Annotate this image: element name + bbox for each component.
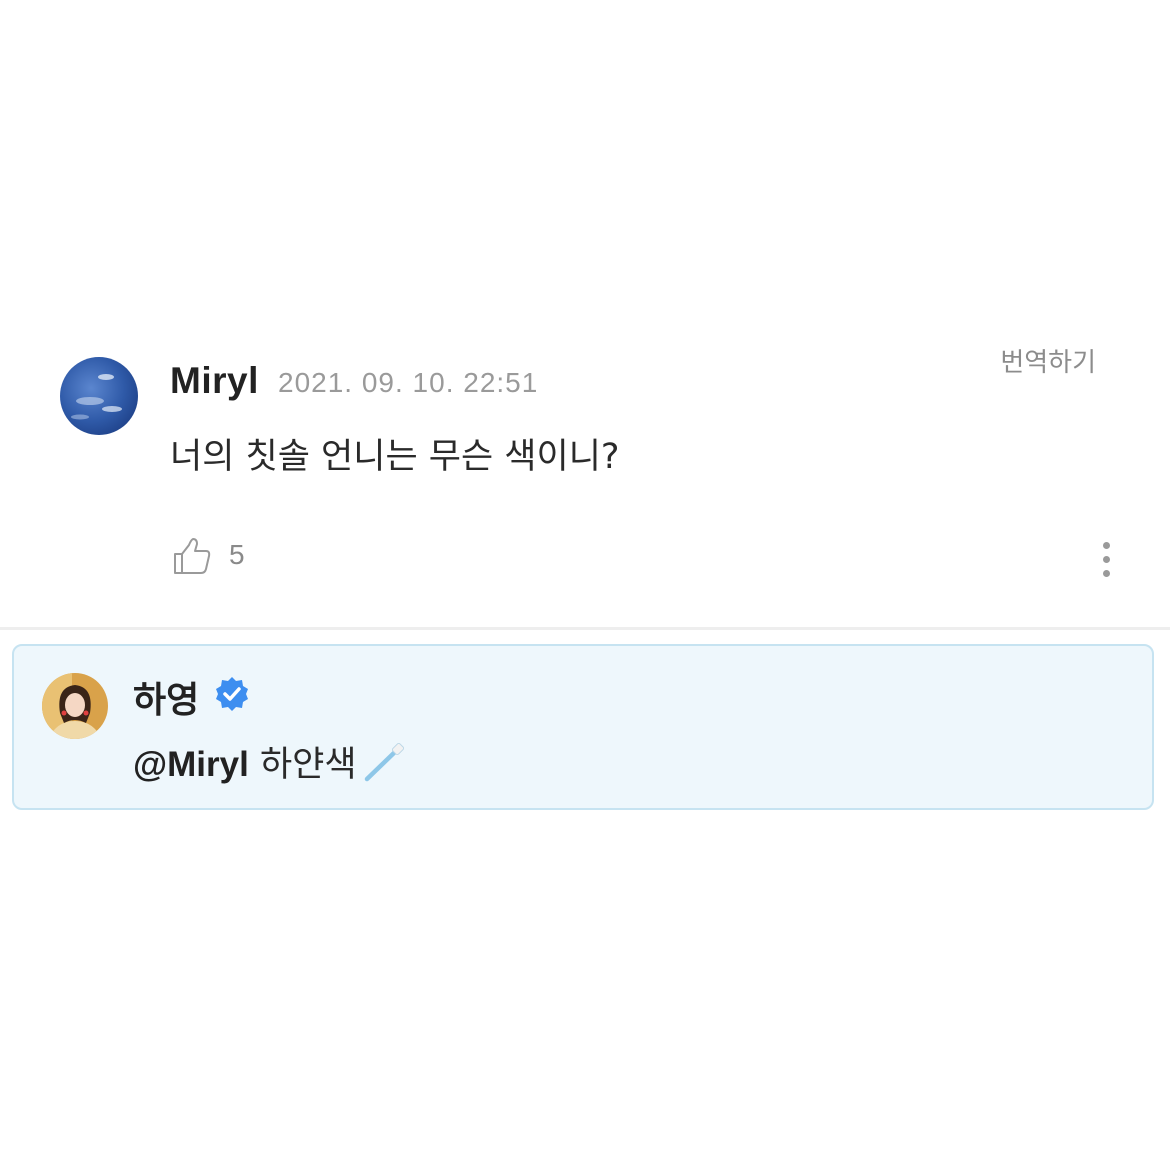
more-vertical-icon[interactable]	[1094, 540, 1118, 580]
mention-link[interactable]: @Miryl	[133, 745, 249, 784]
reply-author-name[interactable]: 하영	[133, 671, 199, 723]
commenter-name[interactable]: Miryl	[170, 360, 259, 402]
reply-author-avatar[interactable]	[42, 673, 108, 739]
thumbs-up-icon[interactable]	[172, 536, 212, 576]
translate-button[interactable]: 번역하기	[1000, 342, 1096, 379]
verified-badge-icon	[214, 676, 250, 712]
toothbrush-icon	[361, 742, 407, 782]
commenter-avatar[interactable]	[60, 357, 138, 435]
reply-text: @Miryl 하얀색	[133, 736, 407, 787]
like-count: 5	[229, 539, 245, 570]
comment-card: Miryl 2021. 09. 10. 22:51 번역하기 너의 칫솔 언니는…	[0, 340, 1170, 628]
reply-card: 하영 @Miryl 하얀색	[12, 644, 1154, 810]
comment-timestamp: 2021. 09. 10. 22:51	[278, 367, 539, 398]
comment-text: 너의 칫솔 언니는 무슨 색이니?	[170, 437, 620, 477]
reply-message: 하얀색	[259, 745, 357, 785]
divider	[0, 627, 1170, 630]
